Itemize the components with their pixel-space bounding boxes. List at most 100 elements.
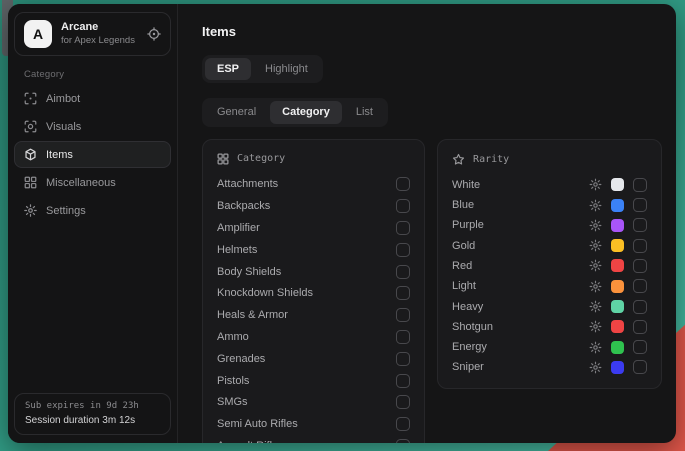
brand-subtitle: for Apex Legends <box>61 35 135 47</box>
category-row: Assault Rifles <box>217 435 410 443</box>
category-row: Semi Auto Rifles <box>217 413 410 435</box>
category-label: Backpacks <box>217 200 270 212</box>
sidebar: A Arcane for Apex Legends Category <box>8 4 178 443</box>
tab-general[interactable]: General <box>205 101 268 123</box>
category-checkbox[interactable] <box>396 330 410 344</box>
category-row: Attachments <box>217 174 410 196</box>
rarity-color-swatch[interactable] <box>611 239 624 252</box>
gear-icon <box>24 204 37 217</box>
rarity-row: Shotgun <box>452 317 647 337</box>
rarity-label: Energy <box>452 341 487 353</box>
sidebar-item-visuals[interactable]: Visuals <box>14 113 171 140</box>
rarity-checkbox[interactable] <box>633 360 647 374</box>
sidebar-item-aimbot[interactable]: Aimbot <box>14 85 171 112</box>
sidebar-section-label: Category <box>24 69 173 80</box>
rarity-row: Light <box>452 276 647 296</box>
category-label: Body Shields <box>217 266 281 278</box>
category-label: Pistols <box>217 375 249 387</box>
category-row: Amplifier <box>217 217 410 239</box>
rarity-color-swatch[interactable] <box>611 280 624 293</box>
rarity-checkbox[interactable] <box>633 239 647 253</box>
crosshair-icon <box>24 92 37 105</box>
category-panel-header: Category <box>217 150 410 174</box>
sidebar-item-label: Aimbot <box>46 93 80 105</box>
category-checkbox[interactable] <box>396 265 410 279</box>
category-row: Backpacks <box>217 195 410 217</box>
brand-logo: A <box>24 20 52 48</box>
rarity-gear-icon[interactable] <box>589 239 602 252</box>
category-row: Knockdown Shields <box>217 283 410 305</box>
sidebar-item-label: Settings <box>46 205 86 217</box>
crosshair-settings-icon[interactable] <box>147 27 161 41</box>
rarity-gear-icon[interactable] <box>589 300 602 313</box>
page-title: Items <box>202 24 662 39</box>
mode-esp-button[interactable]: ESP <box>205 58 251 80</box>
esp-highlight-toggle: ESP Highlight <box>202 55 323 83</box>
rarity-gear-icon[interactable] <box>589 219 602 232</box>
rarity-color-swatch[interactable] <box>611 259 624 272</box>
tab-list[interactable]: List <box>344 101 385 123</box>
rarity-checkbox[interactable] <box>633 198 647 212</box>
category-checkbox[interactable] <box>396 417 410 431</box>
rarity-panel-title: Rarity <box>473 154 509 165</box>
rarity-label: Blue <box>452 199 474 211</box>
rarity-checkbox[interactable] <box>633 320 647 334</box>
category-checkbox[interactable] <box>396 352 410 366</box>
rarity-gear-icon[interactable] <box>589 199 602 212</box>
brand-card: A Arcane for Apex Legends <box>14 12 171 56</box>
rarity-color-swatch[interactable] <box>611 219 624 232</box>
rarity-checkbox[interactable] <box>633 178 647 192</box>
rarity-gear-icon[interactable] <box>589 320 602 333</box>
rarity-checkbox[interactable] <box>633 300 647 314</box>
category-label: Semi Auto Rifles <box>217 418 298 430</box>
sidebar-item-settings[interactable]: Settings <box>14 197 171 224</box>
rarity-label: Gold <box>452 240 475 252</box>
session-info-card: Sub expires in 9d 23h Session duration 3… <box>14 393 171 435</box>
rarity-color-swatch[interactable] <box>611 199 624 212</box>
category-label: Helmets <box>217 244 257 256</box>
sidebar-item-label: Miscellaneous <box>46 177 116 189</box>
category-checkbox[interactable] <box>396 374 410 388</box>
category-checkbox[interactable] <box>396 308 410 322</box>
rarity-checkbox[interactable] <box>633 259 647 273</box>
sidebar-item-miscellaneous[interactable]: Miscellaneous <box>14 169 171 196</box>
category-checkbox[interactable] <box>396 286 410 300</box>
category-label: Heals & Armor <box>217 309 288 321</box>
rarity-color-swatch[interactable] <box>611 178 624 191</box>
rarity-gear-icon[interactable] <box>589 341 602 354</box>
rarity-gear-icon[interactable] <box>589 178 602 191</box>
sub-expiry-text: Sub expires in 9d 23h <box>25 401 160 411</box>
rarity-label: Heavy <box>452 301 483 313</box>
star-icon <box>452 153 465 166</box>
rarity-color-swatch[interactable] <box>611 300 624 313</box>
rarity-color-swatch[interactable] <box>611 341 624 354</box>
rarity-gear-icon[interactable] <box>589 280 602 293</box>
arcane-window: A Arcane for Apex Legends Category <box>8 4 676 443</box>
category-label: SMGs <box>217 396 248 408</box>
category-row: Ammo <box>217 326 410 348</box>
rarity-row: Energy <box>452 337 647 357</box>
category-checkbox[interactable] <box>396 395 410 409</box>
rarity-gear-icon[interactable] <box>589 259 602 272</box>
tab-category[interactable]: Category <box>270 101 342 123</box>
session-duration-text: Session duration 3m 12s <box>25 415 160 426</box>
category-checkbox[interactable] <box>396 199 410 213</box>
mode-highlight-button[interactable]: Highlight <box>253 58 320 80</box>
sidebar-item-items[interactable]: Items <box>14 141 171 168</box>
category-checkbox[interactable] <box>396 243 410 257</box>
rarity-color-swatch[interactable] <box>611 320 624 333</box>
category-checkbox[interactable] <box>396 221 410 235</box>
rarity-gear-icon[interactable] <box>589 361 602 374</box>
rarity-color-swatch[interactable] <box>611 361 624 374</box>
panels-row: Category Attachments Backpacks Amplifier… <box>202 139 662 443</box>
category-label: Assault Rifles <box>217 440 284 443</box>
rarity-checkbox[interactable] <box>633 279 647 293</box>
grid-layout-icon <box>24 176 37 189</box>
rarity-label: Sniper <box>452 361 484 373</box>
category-row: Grenades <box>217 348 410 370</box>
category-checkbox[interactable] <box>396 439 410 443</box>
rarity-checkbox[interactable] <box>633 218 647 232</box>
category-row: Body Shields <box>217 261 410 283</box>
rarity-checkbox[interactable] <box>633 340 647 354</box>
category-checkbox[interactable] <box>396 177 410 191</box>
